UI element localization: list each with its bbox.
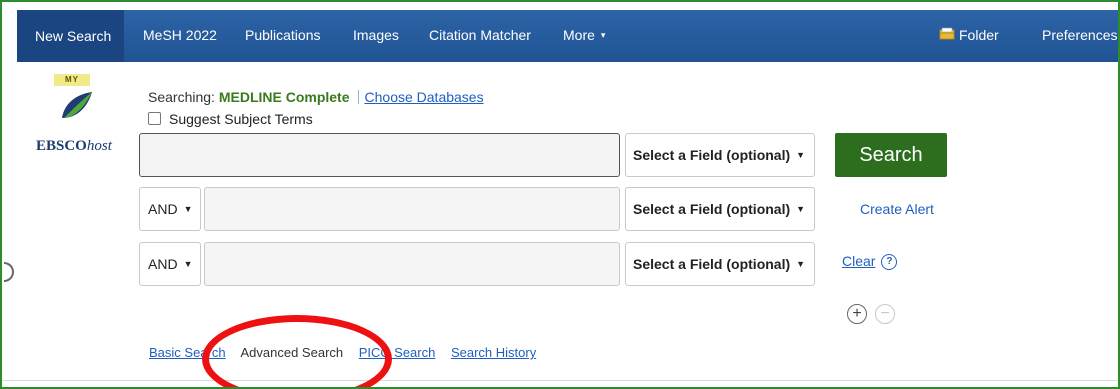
field-select-1[interactable]: Select a Field (optional) ▼: [625, 133, 815, 177]
boolean-operator-3-label: AND: [148, 256, 178, 272]
basic-search-link[interactable]: Basic Search: [149, 345, 226, 360]
advanced-search-current: Advanced Search: [240, 345, 344, 360]
search-input-1[interactable]: [139, 133, 620, 177]
partial-circle-icon: [4, 262, 14, 282]
search-button[interactable]: Search: [835, 133, 947, 177]
add-row-plus-icon[interactable]: +: [847, 304, 867, 324]
field-select-3[interactable]: Select a Field (optional) ▼: [625, 242, 815, 286]
suggest-subject-terms-checkbox[interactable]: [148, 112, 161, 125]
ebscohost-wordmark: EBSCOhost: [36, 138, 112, 155]
ebsco-leaf-icon: [60, 90, 94, 124]
screenshot-frame: New Search MeSH 2022 Publications Images…: [0, 0, 1120, 389]
nav-mesh[interactable]: MeSH 2022: [143, 27, 217, 43]
nav-folder-label: Folder: [959, 27, 999, 43]
chevron-down-icon: ▼: [796, 259, 806, 269]
suggest-subject-terms[interactable]: Suggest Subject Terms: [148, 111, 313, 127]
divider: [2, 380, 1118, 381]
remove-row-minus-icon: −: [875, 304, 895, 324]
searching-label: Searching:: [148, 89, 219, 105]
my-badge: MY: [54, 74, 90, 86]
ebscohost-logo[interactable]: MY EBSCOhost: [32, 74, 132, 164]
boolean-operator-3[interactable]: AND ▼: [139, 242, 201, 286]
nav-images[interactable]: Images: [353, 27, 399, 43]
boolean-operator-2-label: AND: [148, 201, 178, 217]
nav-more-label: More: [563, 27, 595, 43]
search-input-3[interactable]: [204, 242, 620, 286]
ebsco-brand: EBSCO: [36, 138, 87, 154]
search-mode-links: Basic Search Advanced Search PICO Search…: [149, 345, 548, 360]
divider: [357, 90, 359, 104]
pico-search-link[interactable]: PICO Search: [359, 345, 436, 360]
nav-preferences[interactable]: Preferences: [1042, 27, 1117, 43]
nav-citation-matcher[interactable]: Citation Matcher: [429, 27, 531, 43]
help-icon[interactable]: ?: [881, 254, 898, 270]
chevron-down-icon: ▼: [796, 204, 806, 214]
top-nav-bar: New Search MeSH 2022 Publications Images…: [17, 10, 1118, 62]
field-select-2-label: Select a Field (optional): [633, 201, 791, 217]
folder-icon: [939, 27, 955, 43]
chevron-down-icon: ▼: [183, 204, 193, 214]
create-alert-link[interactable]: Create Alert: [860, 201, 934, 217]
nav-new-search[interactable]: New Search: [17, 10, 125, 62]
chevron-down-icon: ▼: [796, 150, 806, 160]
field-select-1-label: Select a Field (optional): [633, 147, 791, 163]
chevron-down-icon: ▾: [600, 30, 606, 40]
field-select-2[interactable]: Select a Field (optional) ▼: [625, 187, 815, 231]
search-history-link[interactable]: Search History: [451, 345, 536, 360]
field-select-3-label: Select a Field (optional): [633, 256, 791, 272]
clear-link[interactable]: Clear: [842, 253, 875, 269]
nav-publications[interactable]: Publications: [245, 27, 321, 43]
searching-line: Searching: MEDLINE Complete Choose Databa…: [148, 89, 484, 105]
suggest-subject-terms-label: Suggest Subject Terms: [169, 111, 313, 127]
choose-databases-link[interactable]: Choose Databases: [365, 89, 484, 105]
nav-more[interactable]: More ▾: [563, 27, 605, 43]
database-name: MEDLINE Complete: [218, 89, 350, 105]
nav-folder[interactable]: Folder: [939, 27, 999, 43]
ebsco-host-suffix: host: [86, 138, 112, 154]
clear-group: Clear?: [842, 253, 898, 270]
chevron-down-icon: ▼: [183, 259, 193, 269]
boolean-operator-2[interactable]: AND ▼: [139, 187, 201, 231]
search-input-2[interactable]: [204, 187, 620, 231]
